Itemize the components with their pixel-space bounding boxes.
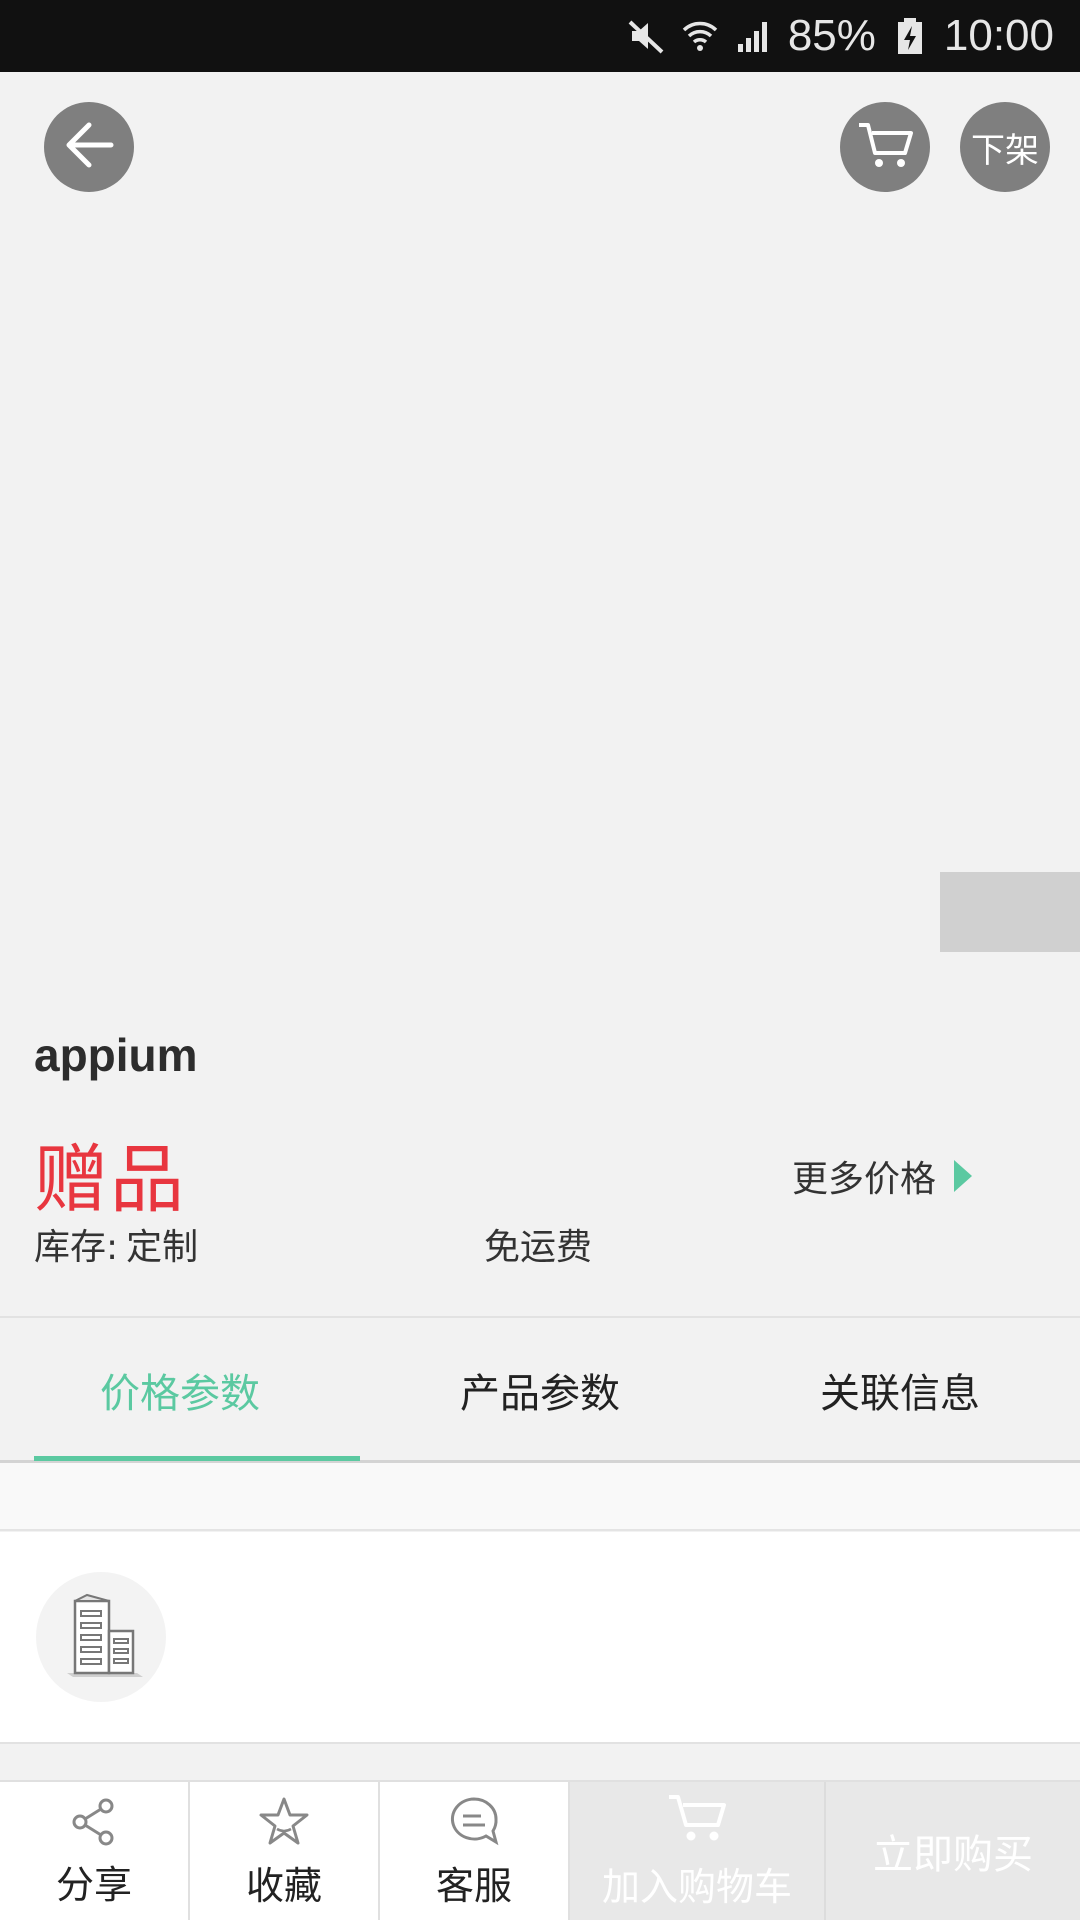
mute-icon [626, 16, 666, 56]
stock-value: 定制 [126, 1227, 199, 1268]
active-tab-indicator [34, 1456, 360, 1461]
chat-bubble-icon [447, 1795, 501, 1858]
cart-icon [665, 1791, 729, 1854]
off-shelf-label: 下架 [971, 130, 1039, 171]
shipping-info: 免运费 [484, 1227, 593, 1268]
share-label: 分享 [55, 1862, 132, 1907]
favorite-button[interactable]: 收藏 [190, 1782, 380, 1920]
buy-now-button[interactable]: 立即购买 [826, 1782, 1080, 1920]
company-logo [36, 1572, 166, 1702]
stock-info: 库存: 定制 [34, 1218, 198, 1270]
wifi-icon [680, 16, 720, 56]
product-name: appium [34, 1029, 198, 1081]
price-label: 赠品 [34, 1137, 186, 1223]
status-bar: 85% 10:00 [0, 0, 1080, 72]
tab-price-params[interactable]: 价格参数 [0, 1318, 360, 1462]
more-price-label: 更多价格 [792, 1159, 937, 1200]
star-icon [257, 1795, 311, 1858]
building-icon [53, 1587, 149, 1687]
more-price-link[interactable]: 更多价格 [792, 1150, 973, 1202]
chevron-right-icon [954, 1160, 973, 1192]
company-row[interactable] [0, 1532, 1080, 1744]
share-button[interactable]: 分享 [0, 1782, 190, 1920]
tab-product-params[interactable]: 产品参数 [360, 1318, 720, 1462]
cart-button[interactable] [840, 102, 930, 192]
add-to-cart-button[interactable]: 加入购物车 [570, 1782, 826, 1920]
off-shelf-button[interactable]: 下架 [960, 102, 1050, 192]
customer-service-button[interactable]: 客服 [380, 1782, 570, 1920]
clock: 10:00 [943, 11, 1054, 60]
cart-icon [855, 117, 915, 177]
back-button[interactable] [44, 102, 134, 192]
stock-label: 库存: [34, 1227, 119, 1268]
buy-now-label: 立即购买 [873, 1832, 1033, 1878]
share-icon [68, 1796, 120, 1857]
detail-tabs: 价格参数 产品参数 关联信息 [0, 1318, 1080, 1462]
add-to-cart-label: 加入购物车 [601, 1865, 792, 1909]
favorite-label: 收藏 [245, 1863, 322, 1908]
back-arrow-icon [61, 117, 117, 177]
battery-charging-icon [890, 16, 930, 56]
battery-percent: 85% [787, 11, 876, 60]
image-pager-indicator [940, 872, 1080, 952]
section-spacer [0, 1463, 1080, 1531]
customer-service-label: 客服 [435, 1863, 512, 1908]
bottom-action-bar: 分享 收藏 客服 加入购物车 立即购买 [0, 1780, 1080, 1920]
product-image-area[interactable] [0, 72, 1080, 992]
tab-related-info[interactable]: 关联信息 [720, 1318, 1080, 1462]
signal-icon [734, 16, 774, 56]
